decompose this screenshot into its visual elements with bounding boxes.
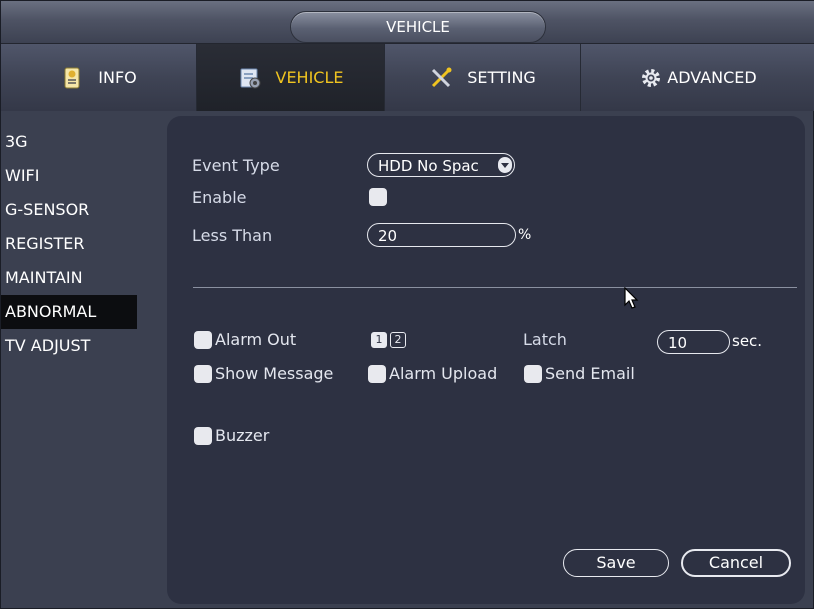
alarm-out-checkbox[interactable] <box>194 331 212 349</box>
tab-bar: INFO VEHICLE SETTING ADVANCED <box>1 44 814 111</box>
alarm-out-label: Alarm Out <box>215 330 297 349</box>
less-than-input[interactable]: 20 <box>367 223 516 247</box>
sidebar-item-maintain[interactable]: MAINTAIN <box>1 261 137 295</box>
tab-setting-label: SETTING <box>467 68 536 87</box>
tab-setting[interactable]: SETTING <box>385 44 581 111</box>
tab-vehicle-label: VEHICLE <box>275 68 344 87</box>
tab-info[interactable]: INFO <box>1 44 197 111</box>
buzzer-checkbox[interactable] <box>194 427 212 445</box>
less-than-label: Less Than <box>192 226 273 245</box>
sidebar-item-tv-adjust[interactable]: TV ADJUST <box>1 329 137 363</box>
send-email-checkbox[interactable] <box>524 365 542 383</box>
show-message-label: Show Message <box>215 364 334 383</box>
window-title: VEHICLE <box>290 11 546 43</box>
tab-vehicle[interactable]: VEHICLE <box>197 44 385 111</box>
title-bar: VEHICLE <box>1 1 814 44</box>
event-type-value: HDD No Spac <box>378 157 479 175</box>
show-message-checkbox[interactable] <box>194 365 212 383</box>
alarm-upload-label: Alarm Upload <box>389 364 498 383</box>
sidebar: 3G WIFI G-SENSOR REGISTER MAINTAIN ABNOR… <box>1 125 161 363</box>
send-email-label: Send Email <box>545 364 635 383</box>
info-icon <box>64 67 80 88</box>
sidebar-item-g-sensor[interactable]: G-SENSOR <box>1 193 137 227</box>
event-type-dropdown[interactable]: HDD No Spac <box>367 153 515 177</box>
enable-checkbox[interactable] <box>369 188 387 206</box>
latch-unit: sec. <box>732 332 763 350</box>
advanced-gear-icon <box>642 68 661 87</box>
divider <box>193 287 797 288</box>
tab-advanced-label: ADVANCED <box>667 68 757 87</box>
event-type-label: Event Type <box>192 156 280 175</box>
setting-icon <box>432 67 452 87</box>
tab-advanced[interactable]: ADVANCED <box>581 44 814 111</box>
vehicle-icon <box>240 68 260 88</box>
tab-info-label: INFO <box>98 68 137 87</box>
sidebar-item-abnormal[interactable]: ABNORMAL <box>1 295 137 329</box>
save-button[interactable]: Save <box>563 549 669 577</box>
settings-panel: Event Type HDD No Spac Enable Less Than … <box>167 116 805 604</box>
alarm-out-channel-1[interactable]: 1 <box>371 332 387 348</box>
sidebar-item-3g[interactable]: 3G <box>1 125 137 159</box>
buzzer-label: Buzzer <box>215 426 270 445</box>
alarm-out-channel-2[interactable]: 2 <box>390 332 406 348</box>
sidebar-item-register[interactable]: REGISTER <box>1 227 137 261</box>
mouse-pointer-icon <box>624 287 639 309</box>
less-than-unit: % <box>518 227 532 243</box>
cancel-button[interactable]: Cancel <box>681 549 791 577</box>
enable-label: Enable <box>192 188 247 207</box>
alarm-upload-checkbox[interactable] <box>368 365 386 383</box>
sidebar-item-wifi[interactable]: WIFI <box>1 159 137 193</box>
latch-label: Latch <box>523 330 567 349</box>
latch-input[interactable]: 10 <box>657 330 730 354</box>
chevron-down-icon[interactable] <box>498 157 512 173</box>
app-window: VEHICLE INFO VEHICLE SETTING ADVANCED 3G… <box>0 0 814 609</box>
